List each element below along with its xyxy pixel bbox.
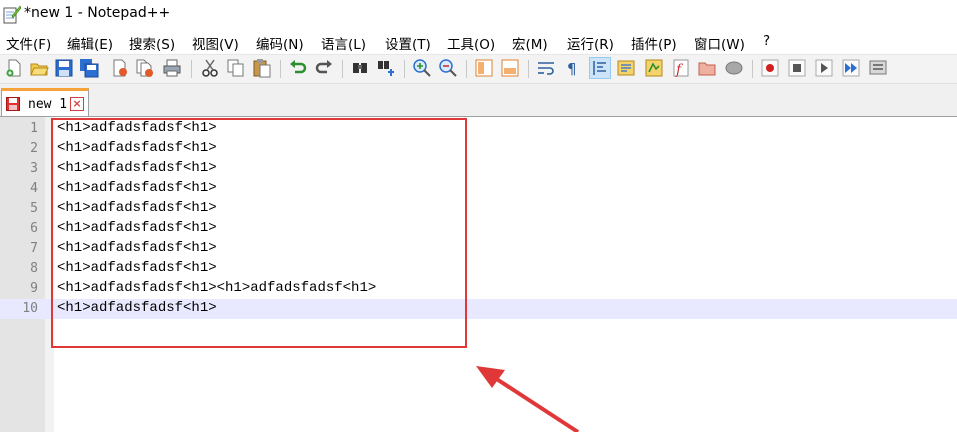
toolbar-separator [752,60,753,78]
svg-text:¶: ¶ [567,60,577,78]
title-bar: *new 1 - Notepad++ [0,0,957,30]
menu-plugins[interactable]: 插件(P) [631,33,677,53]
monitoring-icon[interactable] [724,58,744,78]
open-file-icon[interactable] [29,58,49,78]
find-icon[interactable] [350,58,370,78]
unsaved-file-icon [6,97,20,111]
line-number: 9 [30,281,38,296]
menu-language[interactable]: 语言(L) [321,33,366,53]
line-number: 7 [30,241,38,256]
word-wrap-icon[interactable] [536,58,556,78]
line-text[interactable]: <h1>adfadsfadsf<h1> [57,220,217,236]
close-all-icon[interactable] [135,58,155,78]
menu-window[interactable]: 窗口(W) [694,33,745,53]
line-text[interactable]: <h1>adfadsfadsf<h1> [57,200,217,216]
undo-icon[interactable] [288,58,308,78]
sync-horizontal-icon[interactable] [500,58,520,78]
menu-search[interactable]: 搜索(S) [129,33,175,53]
menu-bar: 文件(F) 编辑(E) 搜索(S) 视图(V) 编码(N) 语言(L) 设置(T… [0,30,957,53]
menu-file[interactable]: 文件(F) [6,33,51,53]
tab-new-1[interactable]: new 1 × [1,88,89,116]
window-title: *new 1 - Notepad++ [24,5,171,21]
editor-line[interactable]: 4 <h1>adfadsfadsf<h1> [0,179,957,199]
new-file-icon[interactable] [4,58,24,78]
line-text[interactable]: <h1>adfadsfadsf<h1> [57,120,217,136]
toolbar-separator [528,60,529,78]
function-icon[interactable]: f [671,58,691,78]
line-text[interactable]: <h1>adfadsfadsf<h1> [57,140,217,156]
stop-record-icon[interactable] [787,58,807,78]
tab-label: new 1 [28,97,68,112]
replace-icon[interactable] [376,58,396,78]
line-text[interactable]: <h1>adfadsfadsf<h1> [57,300,217,316]
editor-line[interactable]: 3 <h1>adfadsfadsf<h1> [0,159,957,179]
indent-guide-icon[interactable] [589,57,611,79]
line-number: 8 [30,261,38,276]
editor-line[interactable]: 6 <h1>adfadsfadsf<h1> [0,219,957,239]
line-text[interactable]: <h1>adfadsfadsf<h1> [57,180,217,196]
menu-run[interactable]: 运行(R) [567,33,614,53]
run-macro-multiple-icon[interactable] [841,58,861,78]
zoom-out-icon[interactable] [438,58,458,78]
tab-bar: new 1 × [0,84,957,117]
line-text[interactable]: <h1>adfadsfadsf<h1> [57,260,217,276]
menu-view[interactable]: 视图(V) [192,33,239,53]
show-all-chars-icon[interactable]: ¶ [562,58,582,78]
menu-encoding[interactable]: 编码(N) [256,33,304,53]
line-number: 10 [22,301,38,316]
line-number: 4 [30,181,38,196]
line-number: 3 [30,161,38,176]
print-icon[interactable] [162,58,182,78]
sync-vertical-icon[interactable] [474,58,494,78]
toolbar: ¶ f [0,54,957,84]
save-all-icon[interactable] [79,58,99,78]
editor-line[interactable]: 8 <h1>adfadsfadsf<h1> [0,259,957,279]
function-list-icon[interactable] [644,58,664,78]
editor-line[interactable]: 5 <h1>adfadsfadsf<h1> [0,199,957,219]
close-icon[interactable] [110,58,130,78]
editor-line[interactable]: 7 <h1>adfadsfadsf<h1> [0,239,957,259]
cut-icon[interactable] [200,58,220,78]
toolbar-separator [280,60,281,78]
editor[interactable]: 1 <h1>adfadsfadsf<h1> 2 <h1>adfadsfadsf<h1>… [0,117,957,432]
toolbar-separator [404,60,405,78]
editor-line[interactable]: 2 <h1>adfadsfadsf<h1> [0,139,957,159]
line-text[interactable]: <h1>adfadsfadsf<h1><h1>adfadsfadsf<h1> [57,280,376,296]
save-icon[interactable] [54,58,74,78]
line-number: 6 [30,221,38,236]
line-number: 2 [30,141,38,156]
doc-map-icon[interactable] [616,58,636,78]
redo-icon[interactable] [314,58,334,78]
menu-help[interactable]: ? [763,33,770,49]
folder-workspace-icon[interactable] [697,58,717,78]
toolbar-separator [191,60,192,78]
line-text[interactable]: <h1>adfadsfadsf<h1> [57,160,217,176]
line-number: 1 [30,121,38,136]
editor-line[interactable]: 10 <h1>adfadsfadsf<h1> [0,299,957,319]
editor-line[interactable]: 9 <h1>adfadsfadsf<h1><h1>adfadsfadsf<h1> [0,279,957,299]
menu-edit[interactable]: 编辑(E) [67,33,113,53]
menu-macro[interactable]: 宏(M) [512,33,548,53]
save-macro-icon[interactable] [868,58,888,78]
tab-close-icon[interactable]: × [70,97,84,111]
record-macro-icon[interactable] [760,58,780,78]
line-number: 5 [30,201,38,216]
toolbar-separator [342,60,343,78]
notepad-plus-plus-icon [3,5,21,24]
copy-icon[interactable] [226,58,246,78]
menu-settings[interactable]: 设置(T) [385,33,431,53]
zoom-in-icon[interactable] [412,58,432,78]
paste-icon[interactable] [252,58,272,78]
toolbar-separator [466,60,467,78]
menu-tools[interactable]: 工具(O) [447,33,495,53]
play-macro-icon[interactable] [814,58,834,78]
line-text[interactable]: <h1>adfadsfadsf<h1> [57,240,217,256]
editor-line[interactable]: 1 <h1>adfadsfadsf<h1> [0,119,957,139]
